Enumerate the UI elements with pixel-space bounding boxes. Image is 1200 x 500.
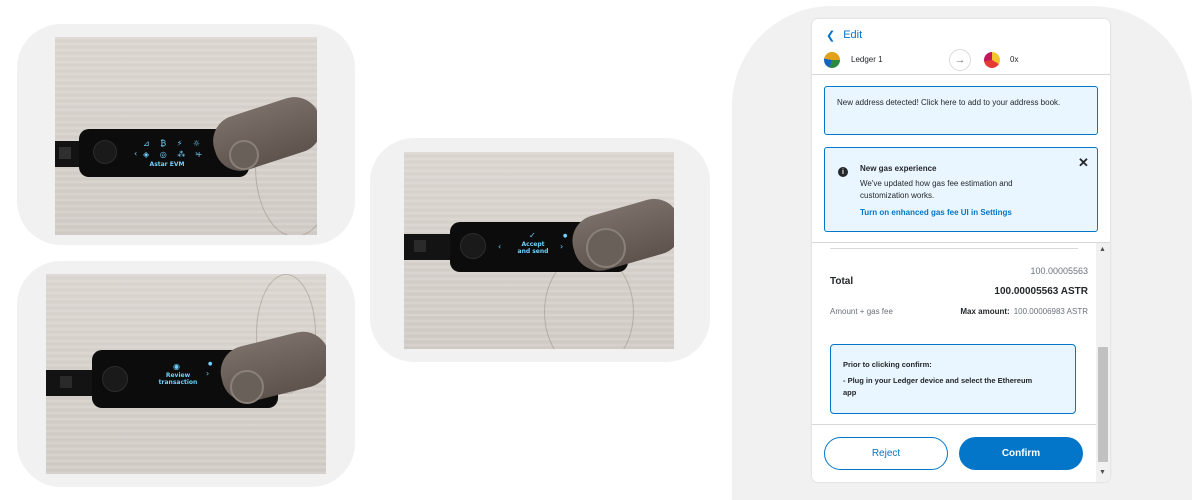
device-screen-label: Astar EVM xyxy=(149,161,185,168)
from-account-name[interactable]: Ledger 1 xyxy=(851,55,883,64)
max-amount-row: Max amount: 100.00006983 ASTR xyxy=(960,307,1088,316)
account-row: Ledger 1 → 0x xyxy=(812,47,1110,75)
photo-review: ◉ Review transaction › ● xyxy=(46,274,326,474)
photo-app-list: ‹ ⊿ ₿ ⚡ ☼ ◈ ◎ ⁂ + › Astar EVM xyxy=(55,37,317,235)
device-left-button xyxy=(93,140,117,164)
new-address-notice[interactable]: New address detected! Click here to add … xyxy=(824,86,1098,135)
from-account-avatar xyxy=(824,52,840,68)
prior-notice-title: Prior to clicking confirm: xyxy=(843,360,932,369)
info-icon: i xyxy=(838,167,848,177)
gas-settings-link[interactable]: Turn on enhanced gas fee UI in Settings xyxy=(860,208,1012,217)
prior-notice-line-1: - Plug in your Ledger device and select … xyxy=(843,376,1033,385)
chevron-right-icon: › xyxy=(560,242,564,251)
gas-banner-body: We've updated how gas fee estimation and… xyxy=(860,179,1013,200)
photo-card-accept: ‹ ✓ Accept and send › ● xyxy=(370,138,710,362)
section-divider xyxy=(812,242,1110,243)
prior-confirm-notice: Prior to clicking confirm: - Plug in you… xyxy=(830,344,1076,414)
to-account-address[interactable]: 0x xyxy=(1010,55,1018,64)
device-screen-line-2: transaction xyxy=(158,379,198,386)
scroll-thumb[interactable] xyxy=(1098,347,1108,462)
edit-link[interactable]: ❮ Edit xyxy=(826,25,862,45)
chevron-left-icon: ‹ xyxy=(498,242,502,251)
device-right-button xyxy=(586,228,626,268)
gas-experience-banner: i New gas experience We've updated how g… xyxy=(824,147,1098,232)
arrow-right-icon: → xyxy=(949,49,971,71)
device-left-button xyxy=(102,366,128,392)
max-amount-value: 100.00006983 ASTR xyxy=(1013,307,1088,316)
chevron-left-icon: ‹ xyxy=(134,149,138,158)
wallet-confirm-panel: ❮ Edit Ledger 1 → 0x New address detecte… xyxy=(812,19,1110,482)
to-account-avatar xyxy=(984,52,1000,68)
close-icon[interactable]: ✕ xyxy=(1078,155,1089,171)
checkmark-icon: ✓ xyxy=(529,231,536,240)
total-label: Total xyxy=(830,276,854,287)
photo-accept: ‹ ✓ Accept and send › ● xyxy=(404,152,674,349)
chevron-right-icon: › xyxy=(195,149,199,158)
amount-gas-label: Amount + gas fee xyxy=(830,307,893,316)
chevron-right-icon: › xyxy=(206,369,210,378)
device-right-button xyxy=(229,140,259,170)
device-left-button xyxy=(460,233,486,259)
new-address-text: New address detected! Click here to add … xyxy=(837,98,1061,107)
photo-card-review: ◉ Review transaction › ● xyxy=(17,261,355,487)
device-screen-line-1: Accept xyxy=(521,241,545,248)
app-icons-row: ⊿ ₿ ⚡ ☼ xyxy=(143,139,205,148)
screenshot-root: ‹ ⊿ ₿ ⚡ ☼ ◈ ◎ ⁂ + › Astar EVM ◉ Review t… xyxy=(0,0,1200,500)
device-screen-line-1: Review xyxy=(165,372,191,379)
max-amount-label: Max amount: xyxy=(960,307,1010,316)
eye-icon: ◉ xyxy=(173,362,180,371)
gas-banner-title: New gas experience xyxy=(860,164,937,173)
prior-notice-line-2: app xyxy=(843,388,857,397)
scrollbar[interactable]: ▲ ▼ xyxy=(1096,243,1110,482)
total-amount-primary: 100.00005563 xyxy=(1030,266,1088,276)
total-amount-astr: 100.00005563 ASTR xyxy=(994,286,1088,297)
scroll-down-icon[interactable]: ▼ xyxy=(1099,469,1106,476)
device-screen-line-2: and send xyxy=(517,248,549,255)
page-dot: ● xyxy=(563,233,568,239)
edit-label: Edit xyxy=(843,29,863,41)
photo-card-app-list: ‹ ⊿ ₿ ⚡ ☼ ◈ ◎ ⁂ + › Astar EVM xyxy=(17,24,355,245)
page-dot: ● xyxy=(208,361,213,367)
footer-divider xyxy=(812,424,1096,425)
section-divider-inner xyxy=(830,248,1078,249)
confirm-button[interactable]: Confirm xyxy=(959,437,1083,470)
chevron-left-icon: ❮ xyxy=(826,29,836,42)
scroll-up-icon[interactable]: ▲ xyxy=(1099,246,1106,253)
device-right-button xyxy=(230,370,264,404)
reject-button[interactable]: Reject xyxy=(824,437,948,470)
